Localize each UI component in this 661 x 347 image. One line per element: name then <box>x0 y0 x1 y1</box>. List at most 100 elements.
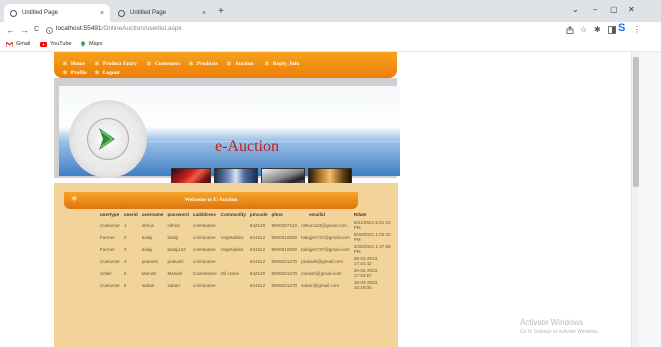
page-icon <box>10 9 17 17</box>
close-window-button[interactable]: ✕ <box>628 5 635 14</box>
col-cadddress: cadddress <box>192 211 216 217</box>
browser-tab-2[interactable]: Untitled Page × <box>112 4 212 22</box>
cell-email: manish@gmail.com <box>301 270 342 276</box>
cell-usertype: Seller <box>100 270 112 276</box>
more-menu-icon[interactable]: ⋮ <box>633 25 641 34</box>
bookmark-gmail[interactable]: Gmail <box>6 41 30 47</box>
cell-username: Manish <box>141 270 157 276</box>
close-tab-icon[interactable]: × <box>100 10 104 17</box>
youtube-icon <box>40 41 47 47</box>
cell-commodity: Vegetables <box>220 246 244 252</box>
cell-usertype: Customer <box>100 258 120 264</box>
nav-profile[interactable]: ✶ Profile <box>62 69 87 77</box>
panel-title: Welcome to E-Auction <box>184 197 238 203</box>
cell-usertype: Customer <box>100 222 120 228</box>
col-pincode: pincode <box>249 211 268 217</box>
forward-button[interactable]: → <box>20 25 29 35</box>
side-panel-icon[interactable] <box>608 26 616 34</box>
cell-usertype: Customer <box>100 282 120 288</box>
extensions-icon[interactable]: ✱ <box>594 25 601 34</box>
cell-userid: 2 <box>123 234 127 240</box>
bookmark-maps[interactable]: Maps <box>80 41 102 47</box>
bookmarks-bar: Gmail YouTube Maps <box>0 39 661 52</box>
cell-phno: 9600287410 <box>271 222 298 228</box>
nav-home[interactable]: ✶ Home <box>62 60 85 68</box>
nav-reply-info[interactable]: ✶ Reply_Info <box>264 60 299 68</box>
cell-pincode: 642120 <box>249 270 266 276</box>
share-icon[interactable] <box>566 26 574 34</box>
cell-address: coimbatore <box>192 234 216 240</box>
col-phno: phno <box>271 211 283 217</box>
star-icon: ✶ <box>62 69 68 77</box>
side-strip <box>639 52 661 347</box>
site-nav-bar: ✶ Home ✶ Product Entry ✶ Customers ✶ Product… <box>54 52 397 78</box>
cell-commodity: Oil crane <box>220 270 240 276</box>
col-username: username <box>141 211 164 217</box>
url-field[interactable]: localhost:55491/OnlineAuction/userlist.a… <box>56 25 182 32</box>
cell-password: prakash <box>167 258 184 264</box>
table-row: Customer 4 prakash prakash coimbatore 64… <box>98 255 398 267</box>
bookmark-label: Gmail <box>16 41 31 47</box>
bookmark-youtube[interactable]: YouTube <box>40 41 72 47</box>
col-usertype: usertype <box>100 211 120 217</box>
cell-password: Manish <box>167 270 183 276</box>
nav-products[interactable]: ✶ Products <box>188 60 218 68</box>
star-icon: ✶ <box>146 60 152 68</box>
star-icon: ✶ <box>94 60 100 68</box>
minimize-button[interactable]: – <box>593 5 597 14</box>
maximize-button[interactable]: ▢ <box>610 5 618 14</box>
bookmark-star-icon[interactable]: ☆ <box>580 25 587 34</box>
browser-tab-1[interactable]: Untitled Page × <box>4 4 110 22</box>
cell-userid: 5 <box>123 270 127 276</box>
nav-customers[interactable]: ✶ Customers <box>146 60 180 68</box>
table-row: Customer 6 sabari sabari coimbatore 6410… <box>98 279 398 291</box>
content-panel: ✶ Welcome to E-Auction usertype userid u… <box>54 183 398 347</box>
new-tab-button[interactable]: + <box>218 6 224 17</box>
site-banner: e-Auction <box>54 78 400 194</box>
page-icon <box>118 9 125 17</box>
cell-phno: 8608231470 <box>271 282 298 288</box>
cell-rdate: 8/29/2021 1:02:42 PM <box>353 232 391 242</box>
back-button[interactable]: ← <box>6 25 15 35</box>
cell-username: balaji <box>141 234 153 240</box>
panel-header: ✶ Welcome to E-Auction <box>64 192 358 209</box>
info-icon[interactable] <box>46 27 53 34</box>
user-list-table: usertype userid username password cadddr… <box>98 209 398 291</box>
bookmark-label: YouTube <box>50 41 72 47</box>
reload-button[interactable]: C <box>34 26 39 33</box>
cell-commodity <box>219 279 248 291</box>
cell-pincode: 641012 <box>249 258 266 264</box>
close-tab-icon[interactable]: × <box>202 10 206 17</box>
nav-auction[interactable]: ✶ Auction <box>226 60 254 68</box>
table-row: Customer 1 nithun nithun coimbatore 6421… <box>98 219 398 231</box>
star-icon: ✶ <box>94 69 100 77</box>
cell-userid: 3 <box>123 246 127 252</box>
cell-address: coimbatore <box>192 246 216 252</box>
cell-rdate: 3/25/2021 1:47:55 PM <box>353 244 391 254</box>
cell-pincode: 641012 <box>249 246 266 252</box>
cell-phno: 8608231470 <box>271 270 298 276</box>
cell-password: balaji123 <box>167 246 186 252</box>
cell-password: nithun <box>167 222 180 228</box>
banner-title-panel <box>145 88 400 142</box>
nav-product-entry[interactable]: ✶ Product Entry <box>94 60 137 68</box>
nav-logout[interactable]: ✶ Logout <box>94 69 120 77</box>
cell-password: sabari <box>167 282 180 288</box>
star-icon: ✶ <box>62 60 68 68</box>
gmail-icon <box>6 41 13 47</box>
cell-username: balaji <box>141 246 153 252</box>
cell-rdate: 26-03-2023 17:44:57 <box>353 268 378 278</box>
cell-rdate: 8/31/2021 5:51:24 PM <box>353 220 391 230</box>
activate-windows-watermark: Activate Windows Go to Settings to activ… <box>520 318 599 335</box>
col-rdate: Rdate <box>353 211 367 217</box>
cell-userid: 1 <box>123 222 127 228</box>
url-host: localhost:55491 <box>56 25 102 32</box>
tab-title: Untitled Page <box>22 10 59 16</box>
cell-userid: 6 <box>123 282 127 288</box>
cell-pincode: 641012 <box>249 234 266 240</box>
maps-pin-icon <box>80 41 86 47</box>
cell-address: coimbatore <box>192 258 216 264</box>
tab-title: Untitled Page <box>130 10 167 16</box>
tab-search-icon[interactable]: ⌄ <box>572 5 579 14</box>
profile-avatar-icon[interactable]: S <box>618 22 625 34</box>
